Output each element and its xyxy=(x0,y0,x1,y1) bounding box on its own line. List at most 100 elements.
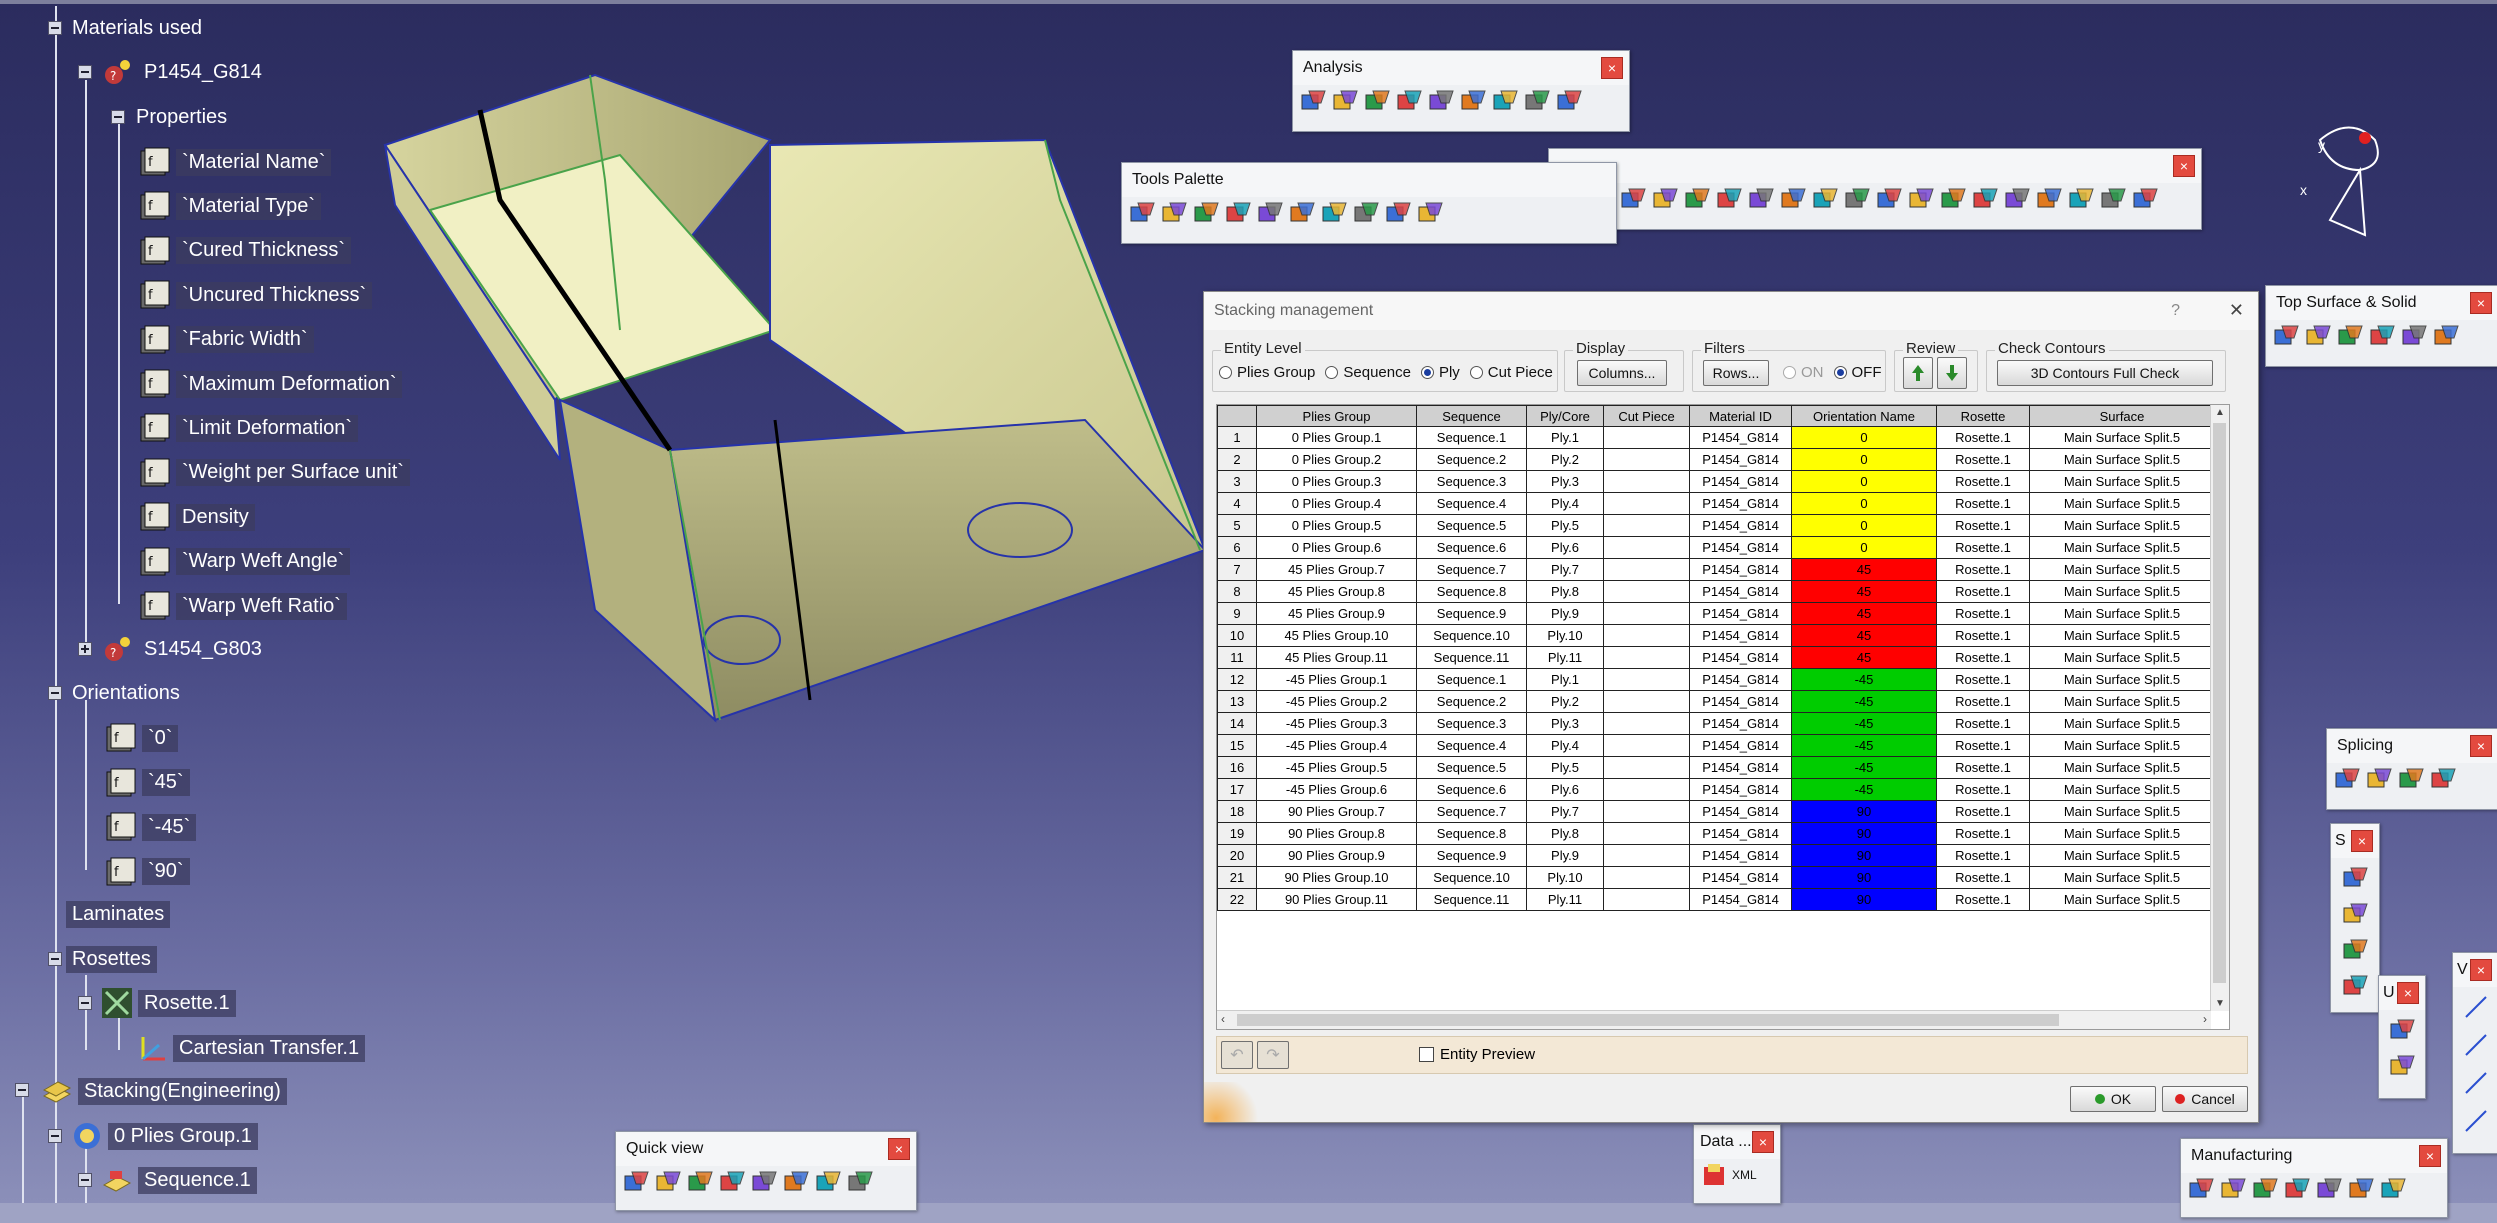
tool-icon[interactable] xyxy=(2388,1016,2416,1044)
table-cell[interactable]: Sequence.5 xyxy=(1416,756,1527,779)
table-cell[interactable]: 90 Plies Group.8 xyxy=(1256,822,1417,845)
table-cell[interactable]: P1454_G814 xyxy=(1689,448,1792,471)
table-cell[interactable]: Ply.10 xyxy=(1526,624,1604,647)
tool-icon[interactable] xyxy=(2379,1175,2407,1203)
table-cell[interactable]: Rosette.1 xyxy=(1936,888,2030,911)
table-cell[interactable]: Main Surface Split.5 xyxy=(2029,558,2215,581)
table-cell[interactable]: Rosette.1 xyxy=(1936,822,2030,845)
collapse-toggle-materials[interactable] xyxy=(48,21,62,35)
table-cell[interactable]: Rosette.1 xyxy=(1936,668,2030,691)
table-cell[interactable]: Sequence.4 xyxy=(1416,734,1527,757)
table-cell[interactable]: Rosette.1 xyxy=(1936,646,2030,669)
select-arrow-icon[interactable] xyxy=(1128,199,1156,227)
iso-view-icon[interactable] xyxy=(622,1168,650,1196)
table-cell[interactable] xyxy=(1603,602,1690,625)
tool-icon[interactable] xyxy=(2432,322,2460,350)
table-cell[interactable]: Ply.10 xyxy=(1526,866,1604,889)
table-cell[interactable]: Sequence.7 xyxy=(1416,800,1527,823)
table-cell[interactable]: 45 Plies Group.9 xyxy=(1256,602,1417,625)
bottom-view-icon[interactable] xyxy=(814,1168,842,1196)
left-view-icon[interactable] xyxy=(718,1168,746,1196)
table-cell[interactable]: Ply.4 xyxy=(1526,734,1604,757)
tool-icon[interactable] xyxy=(1491,87,1519,115)
orientation-cell[interactable]: 90 xyxy=(1791,844,1937,867)
table-cell[interactable]: P1454_G814 xyxy=(1689,514,1792,537)
tool-icon[interactable] xyxy=(2304,322,2332,350)
disabled-icon[interactable] xyxy=(1384,199,1412,227)
table-cell[interactable]: Ply.5 xyxy=(1526,514,1604,537)
table-row[interactable]: 22 90 Plies Group.11 Sequence.11 Ply.11 P145… xyxy=(1217,888,2215,911)
move-up-button[interactable] xyxy=(1903,357,1933,389)
table-cell[interactable]: Sequence.11 xyxy=(1416,888,1527,911)
table-cell[interactable]: P1454_G814 xyxy=(1689,712,1792,735)
tool-icon[interactable] xyxy=(2219,1175,2247,1203)
table-cell[interactable]: Rosette.1 xyxy=(1936,558,2030,581)
tree-node-orientation[interactable]: f `45` xyxy=(104,763,190,803)
tool-icon[interactable] xyxy=(1459,87,1487,115)
table-cell[interactable]: P1454_G814 xyxy=(1689,646,1792,669)
tool-icon[interactable] xyxy=(1651,185,1679,213)
tree-node-property[interactable]: f `Warp Weft Angle` xyxy=(138,542,351,582)
tool-icon[interactable] xyxy=(1747,185,1775,213)
tool-icon[interactable] xyxy=(1779,185,1807,213)
close-icon[interactable]: × xyxy=(2470,292,2492,314)
tree-node-property[interactable]: f `Maximum Deformation` xyxy=(138,364,403,404)
table-cell[interactable]: Main Surface Split.5 xyxy=(2029,734,2215,757)
tool-icon[interactable] xyxy=(2388,1052,2416,1080)
table-cell[interactable]: P1454_G814 xyxy=(1689,492,1792,515)
collapse-toggle-sequence[interactable] xyxy=(78,1173,92,1187)
table-cell[interactable]: -45 Plies Group.4 xyxy=(1256,734,1417,757)
table-cell[interactable]: 0 Plies Group.3 xyxy=(1256,470,1417,493)
row-number[interactable]: 19 xyxy=(1217,822,1257,845)
tool-icon[interactable] xyxy=(2099,185,2127,213)
table-cell[interactable]: Rosette.1 xyxy=(1936,492,2030,515)
table-cell[interactable]: Main Surface Split.5 xyxy=(2029,426,2215,449)
3d-viewport[interactable]: Materials used ? P1454_G814 Properties f… xyxy=(0,0,2497,1223)
save-data-icon[interactable] xyxy=(1700,1161,1728,1189)
table-row[interactable]: 15 -45 Plies Group.4 Sequence.4 Ply.4 P1454_… xyxy=(1217,734,2215,757)
scroll-up-icon[interactable]: ▲ xyxy=(2215,407,2225,418)
table-cell[interactable]: Rosette.1 xyxy=(1936,734,2030,757)
plane-icon[interactable] xyxy=(2462,1069,2490,1097)
orientation-cell[interactable]: 45 xyxy=(1791,602,1937,625)
table-row[interactable]: 50 Plies Group.5 Sequence.5 Ply.5 P1454_G81… xyxy=(1217,514,2215,537)
table-cell[interactable]: Main Surface Split.5 xyxy=(2029,470,2215,493)
tool-icon[interactable] xyxy=(1939,185,1967,213)
checkbox-box[interactable] xyxy=(1419,1047,1434,1062)
close-icon[interactable]: × xyxy=(2470,959,2492,981)
row-number[interactable]: 6 xyxy=(1217,536,1257,559)
collapse-toggle-p1454[interactable] xyxy=(78,65,92,79)
table-cell[interactable]: Rosette.1 xyxy=(1936,580,2030,603)
orientation-cell[interactable]: 0 xyxy=(1791,448,1937,471)
scroll-left-icon[interactable]: ‹ xyxy=(1221,1012,1225,1026)
tree-node-property[interactable]: f `Limit Deformation` xyxy=(138,408,359,448)
table-cell[interactable]: P1454_G814 xyxy=(1689,580,1792,603)
tool-icon[interactable] xyxy=(1843,185,1871,213)
tool-icon[interactable] xyxy=(1523,87,1551,115)
tool-icon[interactable] xyxy=(1715,185,1743,213)
table-row[interactable]: 13 -45 Plies Group.2 Sequence.2 Ply.2 P1454_… xyxy=(1217,690,2215,713)
cancel-button[interactable]: Cancel xyxy=(2162,1086,2248,1112)
tree-node-laminates[interactable]: Laminates xyxy=(66,894,171,934)
table-cell[interactable]: Sequence.2 xyxy=(1416,690,1527,713)
tool-icon[interactable] xyxy=(2341,864,2369,892)
row-number[interactable]: 1 xyxy=(1217,426,1257,449)
table-cell[interactable]: Main Surface Split.5 xyxy=(2029,492,2215,515)
table-cell[interactable]: Main Surface Split.5 xyxy=(2029,668,2215,691)
table-cell[interactable]: P1454_G814 xyxy=(1689,536,1792,559)
table-cell[interactable]: 90 Plies Group.7 xyxy=(1256,800,1417,823)
tree-node-property[interactable]: f `Material Name` xyxy=(138,142,332,182)
tree-node-property[interactable]: f `Warp Weft Ratio` xyxy=(138,586,347,626)
xml-export-icon[interactable]: XML xyxy=(1732,1168,1757,1182)
point-icon[interactable] xyxy=(2462,993,2490,1021)
table-cell[interactable]: P1454_G814 xyxy=(1689,558,1792,581)
table-cell[interactable] xyxy=(1603,426,1690,449)
table-row[interactable]: 17 -45 Plies Group.6 Sequence.6 Ply.6 P1454_… xyxy=(1217,778,2215,801)
collapse-toggle-orientations[interactable] xyxy=(48,686,62,700)
column-header[interactable]: Surface xyxy=(2029,405,2215,427)
table-cell[interactable]: Rosette.1 xyxy=(1936,800,2030,823)
table-cell[interactable]: 0 Plies Group.6 xyxy=(1256,536,1417,559)
table-cell[interactable]: -45 Plies Group.2 xyxy=(1256,690,1417,713)
table-cell[interactable]: Rosette.1 xyxy=(1936,514,2030,537)
table-cell[interactable] xyxy=(1603,778,1690,801)
